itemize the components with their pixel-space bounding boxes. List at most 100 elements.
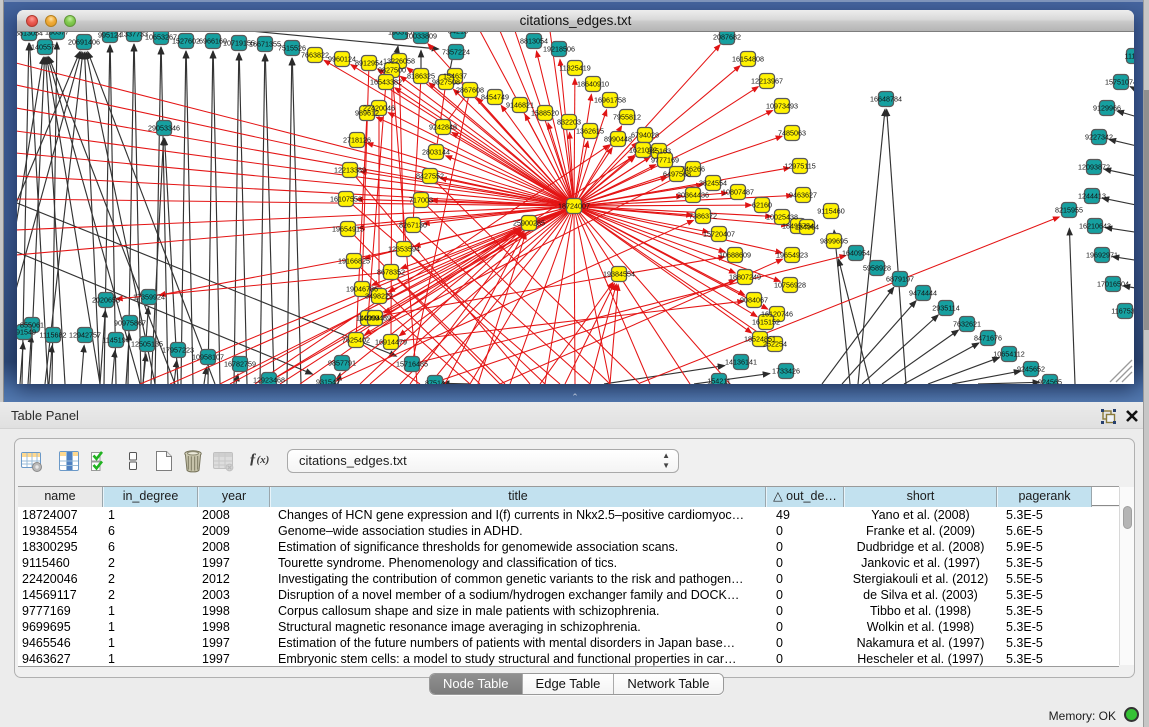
svg-text:10958107: 10958107: [192, 353, 224, 362]
svg-text:2718126: 2718126: [343, 136, 371, 145]
svg-text:2803144: 2803144: [422, 148, 450, 157]
svg-text:19692971: 19692971: [1086, 251, 1118, 260]
svg-text:1405572: 1405572: [31, 43, 59, 52]
svg-text:17016504: 17016504: [1097, 280, 1129, 289]
svg-text:2020653: 2020653: [92, 296, 120, 305]
svg-text:12213389: 12213389: [334, 166, 366, 175]
svg-text:9827500: 9827500: [378, 66, 406, 75]
svg-text:19218506: 19218506: [543, 45, 575, 54]
svg-text:9899695: 9899695: [820, 237, 848, 246]
svg-text:15720407: 15720407: [703, 230, 735, 239]
svg-text:16543382: 16543382: [370, 78, 402, 87]
svg-text:7663822: 7663822: [301, 51, 329, 60]
svg-text:14099489: 14099489: [359, 314, 391, 323]
svg-text:18807249: 18807249: [729, 273, 761, 282]
svg-text:10973493: 10973493: [766, 102, 798, 111]
svg-text:9857791: 9857791: [328, 359, 356, 368]
svg-text:14136141: 14136141: [725, 358, 757, 367]
svg-text:1733426: 1733426: [772, 367, 800, 376]
svg-text:17957223: 17957223: [162, 346, 194, 355]
svg-text:12093872: 12093872: [1078, 163, 1110, 172]
svg-text:1244413: 1244413: [1078, 192, 1106, 201]
svg-text:20364436: 20364436: [677, 191, 709, 200]
svg-text:8990448: 8990448: [604, 135, 632, 144]
svg-text:9084067: 9084067: [740, 296, 768, 305]
svg-text:11325419: 11325419: [559, 64, 590, 73]
svg-text:190377: 190377: [45, 32, 69, 37]
svg-text:11173: 11173: [1125, 52, 1134, 61]
svg-text:7485063: 7485063: [778, 129, 806, 138]
svg-text:6794028: 6794028: [631, 131, 659, 140]
svg-text:8267130: 8267130: [399, 221, 427, 230]
svg-text:9960124: 9960124: [328, 55, 356, 64]
svg-text:7625402: 7625402: [342, 336, 370, 345]
svg-text:12942757: 12942757: [69, 331, 101, 340]
svg-text:9245652: 9245652: [1017, 365, 1045, 374]
svg-text:16671355: 16671355: [249, 40, 281, 49]
svg-text:252254: 252254: [763, 340, 787, 349]
svg-text:19166825: 19166825: [338, 257, 370, 266]
svg-text:6497568: 6497568: [663, 170, 691, 179]
svg-text:924565: 924565: [1038, 378, 1062, 385]
svg-text:391549: 391549: [17, 328, 36, 337]
svg-text:7357224: 7357224: [442, 48, 470, 57]
svg-text:2867608: 2867608: [456, 86, 484, 95]
svg-text:15751074: 15751074: [1105, 78, 1134, 87]
svg-text:154211: 154211: [707, 377, 730, 385]
svg-text:832203: 832203: [557, 118, 581, 127]
svg-text:12213967: 12213967: [751, 77, 783, 86]
svg-text:10756928: 10756928: [774, 281, 806, 290]
svg-text:10688609: 10688609: [719, 251, 751, 260]
svg-text:25900285: 25900285: [513, 219, 545, 228]
svg-text:7955812: 7955812: [613, 113, 641, 122]
svg-text:1615152: 1615152: [752, 318, 780, 327]
svg-text:9146821: 9146821: [506, 101, 534, 110]
svg-text:3824554: 3824554: [699, 179, 727, 188]
svg-text:13226058: 13226058: [383, 57, 415, 66]
svg-text:245163: 245163: [647, 147, 671, 156]
svg-text:15716485: 15716485: [396, 360, 428, 369]
svg-text:1527602: 1527602: [172, 37, 200, 46]
svg-text:8471676: 8471676: [974, 334, 1002, 343]
svg-text:9129966: 9129966: [1093, 104, 1121, 113]
svg-text:9115460: 9115460: [817, 207, 844, 216]
svg-text:8678352: 8678352: [377, 268, 405, 277]
svg-text:8215955: 8215955: [1055, 206, 1083, 215]
svg-text:12975115: 12975115: [784, 162, 815, 171]
svg-text:9227342: 9227342: [1085, 133, 1113, 142]
svg-text:87514: 87514: [425, 379, 445, 385]
svg-text:7386372: 7386372: [689, 212, 717, 221]
svg-text:9463627: 9463627: [789, 191, 817, 200]
svg-text:20691406: 20691406: [68, 38, 100, 47]
svg-text:8813054: 8813054: [17, 32, 43, 38]
svg-text:19384554: 19384554: [603, 270, 635, 279]
svg-text:184964: 184964: [795, 223, 819, 232]
svg-text:1588520: 1588520: [531, 109, 559, 118]
svg-text:62160: 62160: [752, 201, 772, 210]
svg-text:12505135: 12505135: [131, 340, 163, 349]
svg-text:29053346: 29053346: [148, 124, 180, 133]
svg-text:8186325: 8186325: [407, 72, 435, 81]
svg-text:717008: 717008: [409, 196, 433, 205]
svg-text:16154808: 16154808: [732, 55, 764, 64]
svg-text:2087682: 2087682: [713, 33, 741, 42]
svg-text:10654112: 10654112: [993, 350, 1024, 359]
svg-text:9474444: 9474444: [909, 289, 937, 298]
svg-text:10025438: 10025438: [766, 213, 798, 222]
svg-text:8427552: 8427552: [416, 172, 444, 181]
svg-text:19654923: 19654923: [776, 251, 808, 260]
svg-text:17359924: 17359924: [133, 293, 165, 302]
svg-text:84213: 84213: [448, 32, 468, 36]
svg-text:16210643: 16210643: [1079, 222, 1111, 231]
svg-text:1362615: 1362615: [576, 127, 604, 136]
svg-text:16914479: 16914479: [375, 338, 407, 347]
svg-text:1337733: 1337733: [120, 32, 148, 39]
svg-text:1640954: 1640954: [842, 249, 870, 258]
svg-text:9242848: 9242848: [429, 123, 457, 132]
svg-text:12353594: 12353594: [388, 245, 420, 254]
svg-text:18724007: 18724007: [558, 202, 590, 211]
svg-text:931542: 931542: [316, 378, 340, 385]
svg-text:1115682: 1115682: [40, 331, 67, 340]
svg-text:16648784: 16648784: [870, 95, 902, 104]
svg-text:3498222: 3498222: [365, 292, 393, 301]
